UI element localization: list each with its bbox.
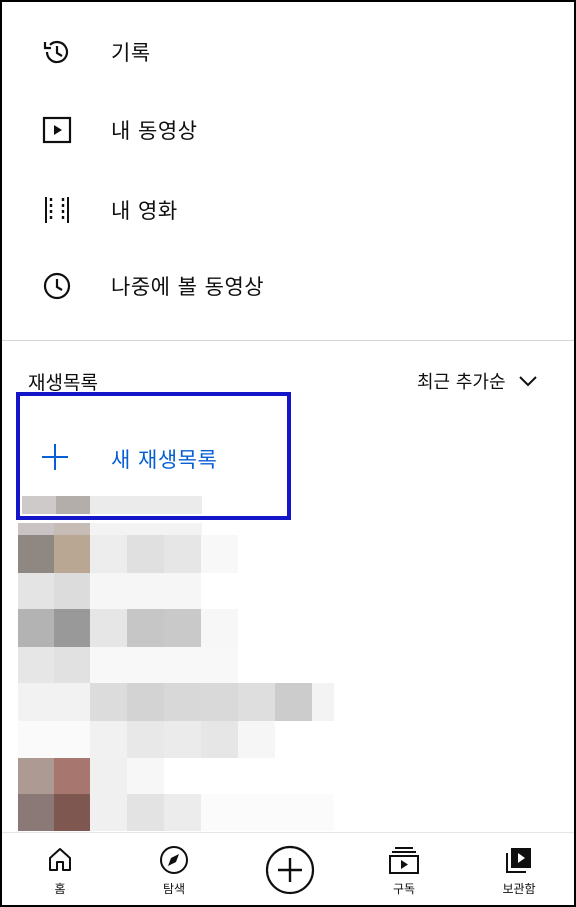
sort-label: 최근 추가순 (417, 372, 506, 393)
nav-explore[interactable]: 탐색 (124, 833, 224, 905)
nav-label: 탐색 (162, 882, 186, 896)
menu-item-my-movies[interactable]: 내 영화 (2, 172, 574, 248)
explore-icon (159, 845, 189, 879)
menu-item-history[interactable]: 기록 (2, 14, 574, 90)
history-icon (40, 35, 74, 69)
highlight-box (16, 392, 291, 520)
nav-library[interactable]: 보관함 (469, 833, 569, 905)
home-icon (46, 845, 74, 877)
chevron-down-icon (514, 371, 538, 392)
sort-dropdown[interactable]: 최근 추가순 (417, 368, 538, 394)
playlists-section-title: 재생목록 (28, 372, 98, 394)
film-strip-icon (40, 193, 74, 227)
nav-create[interactable] (240, 833, 340, 905)
library-icon (504, 845, 534, 879)
menu-item-label: 내 동영상 (111, 119, 198, 143)
create-icon (265, 845, 315, 899)
nav-label: 구독 (392, 882, 416, 896)
nav-label: 보관함 (502, 882, 536, 896)
nav-home[interactable]: 홈 (10, 833, 110, 905)
app-screen: 기록 내 동영상 내 영화 나중에 볼 동영상 재생목록 최근 추가순 새 재생… (0, 0, 576, 907)
nav-label: 홈 (54, 882, 66, 896)
bottom-navigation: 홈 탐색 구독 보관함 (2, 832, 574, 905)
menu-item-watch-later[interactable]: 나중에 볼 동영상 (2, 248, 574, 324)
menu-item-label: 나중에 볼 동영상 (111, 275, 265, 299)
play-box-icon (40, 113, 74, 147)
subscriptions-icon (388, 845, 420, 879)
section-divider (2, 340, 574, 341)
menu-item-my-videos[interactable]: 내 동영상 (2, 92, 574, 168)
nav-subscriptions[interactable]: 구독 (354, 833, 454, 905)
menu-item-label: 내 영화 (111, 199, 178, 223)
menu-item-label: 기록 (111, 41, 151, 65)
clock-icon (40, 269, 74, 303)
